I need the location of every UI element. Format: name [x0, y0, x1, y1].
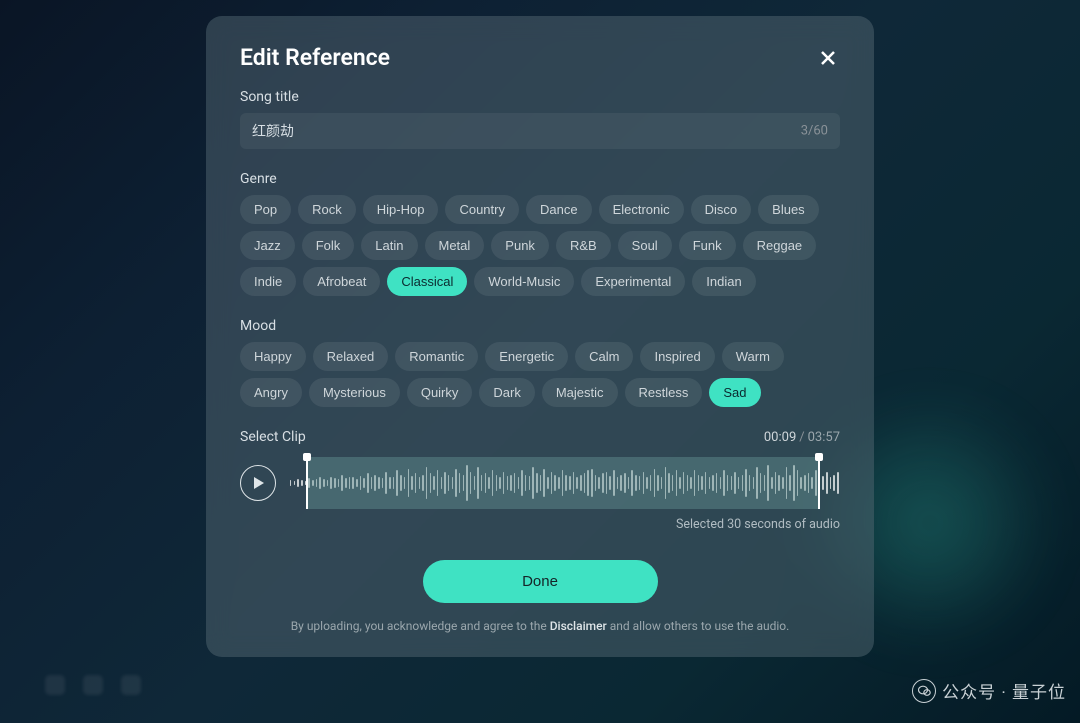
- genre-chip[interactable]: Rock: [298, 195, 356, 224]
- genre-chip[interactable]: Experimental: [581, 267, 685, 296]
- mood-chip[interactable]: Angry: [240, 378, 302, 407]
- watermark: 公众号 · 量子位: [912, 678, 1066, 703]
- genre-chip[interactable]: Punk: [491, 231, 549, 260]
- disclaimer-text: By uploading, you acknowledge and agree …: [240, 619, 840, 633]
- mood-label: Mood: [240, 318, 840, 334]
- mood-chip[interactable]: Happy: [240, 342, 306, 371]
- genre-chip[interactable]: Funk: [679, 231, 736, 260]
- song-title-label: Song title: [240, 89, 840, 105]
- genre-chip[interactable]: World-Music: [474, 267, 574, 296]
- background-decor: [45, 675, 141, 695]
- watermark-label: 公众号 · 量子位: [942, 678, 1066, 703]
- clip-time: 00:09/03:57: [764, 430, 840, 445]
- play-icon: [253, 476, 265, 490]
- genre-chip[interactable]: Pop: [240, 195, 291, 224]
- mood-chip[interactable]: Sad: [709, 378, 760, 407]
- genre-chip[interactable]: Classical: [387, 267, 467, 296]
- genre-chip[interactable]: Jazz: [240, 231, 295, 260]
- genre-chip[interactable]: Metal: [425, 231, 485, 260]
- done-button[interactable]: Done: [423, 560, 658, 603]
- close-button[interactable]: [816, 46, 840, 70]
- genre-label: Genre: [240, 171, 840, 187]
- mood-chip[interactable]: Mysterious: [309, 378, 400, 407]
- mood-chip[interactable]: Energetic: [485, 342, 568, 371]
- genre-chip[interactable]: Blues: [758, 195, 819, 224]
- mood-chip[interactable]: Warm: [722, 342, 784, 371]
- disclaimer-link[interactable]: Disclaimer: [550, 619, 607, 633]
- song-title-input[interactable]: [240, 113, 840, 149]
- mood-chip[interactable]: Quirky: [407, 378, 473, 407]
- genre-chip[interactable]: Soul: [618, 231, 672, 260]
- mood-chip[interactable]: Romantic: [395, 342, 478, 371]
- clip-total-time: 03:57: [808, 430, 840, 445]
- genre-chip-row: PopRockHip-HopCountryDanceElectronicDisc…: [240, 195, 840, 296]
- selected-clip-info: Selected 30 seconds of audio: [240, 517, 840, 532]
- wechat-icon: [912, 679, 936, 703]
- mood-chip[interactable]: Restless: [625, 378, 703, 407]
- genre-chip[interactable]: Indie: [240, 267, 296, 296]
- clip-current-time: 00:09: [764, 430, 796, 445]
- close-icon: [819, 49, 837, 67]
- play-button[interactable]: [240, 465, 276, 501]
- genre-chip[interactable]: R&B: [556, 231, 611, 260]
- mood-chip[interactable]: Inspired: [640, 342, 714, 371]
- genre-chip[interactable]: Folk: [302, 231, 355, 260]
- genre-chip[interactable]: Dance: [526, 195, 592, 224]
- edit-reference-modal: Edit Reference Song title 3/60 Genre Pop…: [206, 16, 874, 657]
- genre-chip[interactable]: Afrobeat: [303, 267, 380, 296]
- modal-title: Edit Reference: [240, 44, 390, 71]
- genre-chip[interactable]: Disco: [691, 195, 752, 224]
- mood-chip[interactable]: Majestic: [542, 378, 618, 407]
- genre-chip[interactable]: Hip-Hop: [363, 195, 439, 224]
- genre-chip[interactable]: Reggae: [743, 231, 817, 260]
- genre-chip[interactable]: Indian: [692, 267, 755, 296]
- genre-chip[interactable]: Country: [445, 195, 519, 224]
- genre-chip[interactable]: Electronic: [599, 195, 684, 224]
- mood-chip[interactable]: Dark: [479, 378, 534, 407]
- mood-chip[interactable]: Calm: [575, 342, 633, 371]
- mood-chip[interactable]: Relaxed: [313, 342, 389, 371]
- mood-chip-row: HappyRelaxedRomanticEnergeticCalmInspire…: [240, 342, 840, 407]
- waveform-selector[interactable]: [288, 457, 840, 509]
- genre-chip[interactable]: Latin: [361, 231, 417, 260]
- char-count: 3/60: [801, 124, 828, 139]
- select-clip-label: Select Clip: [240, 429, 306, 445]
